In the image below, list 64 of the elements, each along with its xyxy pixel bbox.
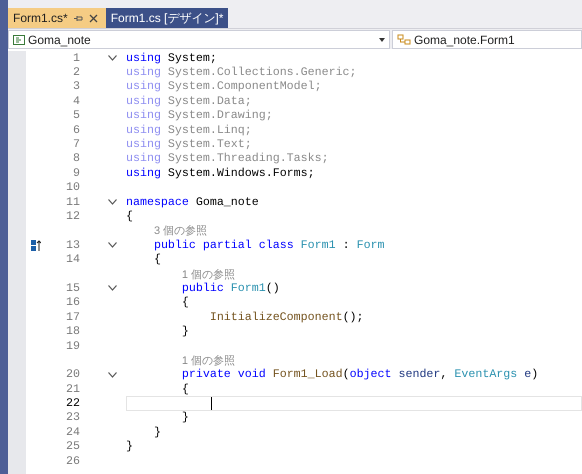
line-number: 25 — [66, 440, 80, 454]
base-member-icon[interactable] — [31, 240, 41, 251]
line-number: 3 — [73, 80, 80, 94]
line-number: 11 — [66, 196, 80, 209]
line-number: 5 — [73, 109, 80, 122]
code-line: InitializeComponent(); — [210, 310, 364, 324]
line-number: 6 — [73, 124, 80, 137]
collapse-chevron-icon[interactable] — [108, 372, 116, 378]
code-line: using System.Threading.Tasks; — [126, 152, 329, 166]
line-number: 12 — [66, 210, 80, 223]
project-dropdown[interactable]: Goma_note — [8, 30, 390, 49]
collapse-chevron-icon[interactable] — [108, 199, 116, 206]
code-line: private void Form1_Load(object sender, EventArgs e) — [182, 368, 538, 382]
code-line: } — [154, 426, 161, 439]
code-line: { — [182, 296, 189, 310]
code-line: using System.Collections.Generic; — [126, 66, 357, 80]
code-line: using System.Drawing; — [126, 109, 273, 122]
file-icon — [13, 34, 25, 44]
editor-tab[interactable]: Form1.cs* — [8, 8, 106, 28]
editor-tab[interactable]: Form1.cs [デザイン]* — [106, 8, 228, 28]
line-number: 4 — [73, 94, 80, 108]
line-number: 26 — [66, 454, 80, 468]
line-number: 23 — [66, 411, 80, 424]
line-number: 19 — [66, 340, 80, 352]
collapse-chevron-icon[interactable] — [108, 55, 116, 62]
code-line: } — [182, 325, 189, 338]
code-line: using System.Windows.Forms; — [126, 166, 315, 180]
text-cursor — [210, 397, 212, 410]
code-line: using System.Data; — [126, 94, 252, 108]
line-number: 18 — [66, 325, 80, 338]
line-number: 9 — [73, 166, 80, 180]
code-line: using System.Linq; — [126, 124, 252, 137]
line-number: 7 — [73, 138, 80, 152]
line-number: 14 — [66, 253, 80, 266]
line-number: 8 — [73, 152, 80, 166]
code-line: using System.Text; — [126, 138, 252, 152]
line-number: 1 — [73, 52, 80, 65]
collapse-chevron-icon[interactable] — [108, 285, 116, 292]
line-number: 16 — [66, 296, 80, 310]
line-number: 24 — [66, 426, 80, 439]
line-number: 13 — [66, 238, 80, 252]
line-number: 22 — [66, 397, 80, 410]
code-line: public partial class Form1 : Form — [154, 238, 385, 252]
line-number: 21 — [66, 382, 80, 396]
code-line: } — [126, 440, 133, 454]
code-line: using System; — [126, 52, 217, 65]
line-number: 2 — [73, 66, 80, 80]
line-number: 20 — [66, 368, 80, 382]
caret-icon — [379, 38, 385, 42]
code-line: { — [126, 210, 133, 223]
code-line: using System.ComponentModel; — [126, 80, 322, 94]
code-line: namespace Goma_note — [126, 196, 259, 209]
pin-icon[interactable] — [74, 14, 83, 22]
code-line: { — [182, 382, 189, 396]
line-number: 17 — [66, 310, 80, 324]
line-number: 15 — [66, 282, 80, 295]
line-number: 10 — [66, 181, 80, 194]
class-icon — [397, 34, 411, 46]
type-dropdown[interactable]: Goma_note.Form1 — [392, 30, 582, 49]
code-line: } — [182, 411, 189, 424]
code-line: { — [154, 253, 161, 266]
collapse-chevron-icon[interactable] — [108, 242, 116, 248]
code-line: public Form1() — [182, 282, 280, 295]
close-icon[interactable] — [88, 14, 98, 22]
